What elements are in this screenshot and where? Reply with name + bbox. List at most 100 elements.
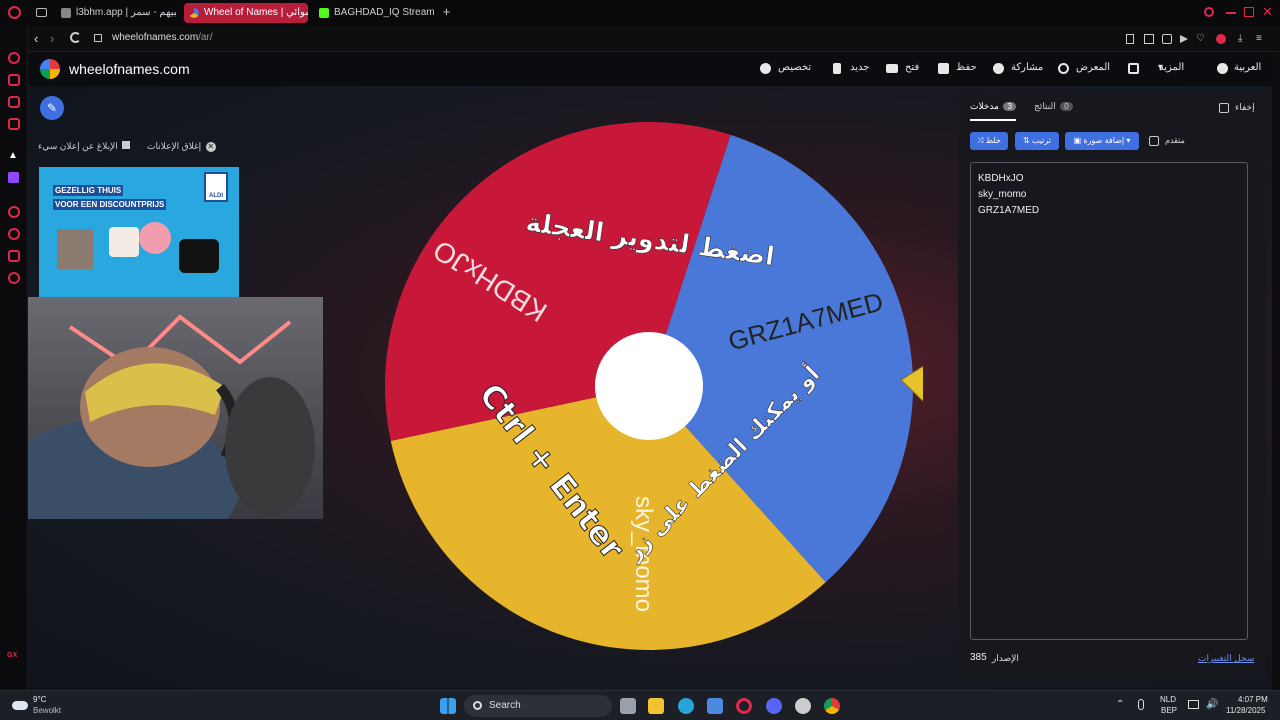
toolbar-extension-icons[interactable]: ♡ ⤓ ≡	[1126, 34, 1266, 44]
nav-share[interactable]: مشاركة	[1011, 62, 1043, 73]
fullscreen-icon[interactable]	[1128, 63, 1139, 74]
aldi-advertisement[interactable]: GEZELLIG THUIS VOOR EEN DISCOUNTPRIJS AL…	[39, 167, 239, 299]
settings-icon[interactable]	[8, 272, 20, 284]
player-icon[interactable]	[1180, 35, 1188, 43]
tray-chevron-icon[interactable]: ⌃	[1116, 699, 1124, 710]
discord-icon[interactable]	[766, 698, 782, 714]
taskbar-search-box[interactable]: Search	[464, 695, 612, 717]
input-lang-2[interactable]: BEP	[1161, 706, 1177, 715]
clock-date[interactable]: 11/28/2025	[1226, 706, 1265, 715]
sort-button[interactable]: ⇅ ترتيب	[1015, 132, 1059, 150]
nav-customize[interactable]: تخصيص	[778, 62, 811, 73]
microphone-icon[interactable]	[1138, 699, 1144, 710]
windows-start-icon[interactable]	[440, 698, 456, 714]
nav-more[interactable]: المزيد	[1159, 62, 1184, 73]
heart-icon[interactable]: ♡	[1196, 34, 1205, 44]
new-file-icon	[833, 63, 841, 74]
hide-label: إخفاء	[1235, 102, 1255, 112]
palette-icon	[760, 63, 771, 74]
maximize-button[interactable]	[1244, 7, 1254, 17]
opera-gx-icon[interactable]	[736, 698, 752, 714]
kick-favicon-icon	[319, 8, 329, 18]
forward-button[interactable]: ›	[50, 31, 62, 47]
nav-open[interactable]: فتح	[905, 62, 919, 73]
close-ads-button[interactable]: إغلاق الإعلانات ✕	[147, 141, 216, 152]
windows-taskbar: 9°C Bewolkt Search ⌃ NLD BEP 🔊 4:07 PM 1…	[0, 690, 1280, 720]
player-sidebar-icon[interactable]	[8, 206, 20, 218]
globe-icon	[1217, 63, 1228, 74]
nav-gallery[interactable]: المعرض	[1076, 62, 1110, 73]
tab-results[interactable]: النتائج 0	[1034, 101, 1073, 112]
steam-icon[interactable]	[795, 698, 811, 714]
site-favicon-icon	[61, 8, 71, 18]
search-icon	[473, 701, 482, 710]
hide-checkbox[interactable]	[1219, 103, 1229, 113]
adblock-icon[interactable]	[1162, 34, 1172, 44]
search-tabs-icon[interactable]	[1204, 7, 1214, 17]
aria-icon[interactable]	[8, 52, 20, 64]
close-window-button[interactable]: ✕	[1262, 5, 1274, 19]
weather-temp[interactable]: 9°C	[33, 695, 46, 704]
image-icon: ▣	[1073, 136, 1082, 145]
tab-l3bhm[interactable]: l3bhm.app | لعبيهم - سمر	[56, 3, 176, 23]
edit-pencil-button[interactable]: ✎	[40, 96, 64, 120]
nav-language[interactable]: العربية	[1234, 62, 1261, 73]
nav-new[interactable]: جديد	[850, 62, 869, 73]
site-logo-icon[interactable]	[40, 59, 60, 79]
gmail-icon[interactable]	[8, 118, 20, 130]
task-view-icon[interactable]	[620, 698, 636, 714]
nav-save[interactable]: حفظ	[956, 62, 977, 73]
folder-icon	[886, 64, 898, 73]
sort-icon: ⇅	[1022, 136, 1030, 145]
add-image-button[interactable]: ▣ إضافة صورة ▾	[1065, 132, 1139, 150]
weather-desc[interactable]: Bewolkt	[33, 706, 61, 715]
volume-icon[interactable]: 🔊	[1206, 699, 1218, 710]
tab-baghdad-stream[interactable]: BAGHDAD_IQ Stream - W	[314, 3, 434, 23]
menu-icon[interactable]: ≡	[1256, 34, 1262, 44]
reload-button[interactable]	[70, 32, 81, 43]
store-icon[interactable]	[707, 698, 723, 714]
download-icon[interactable]: ⤓	[1238, 34, 1242, 44]
advanced-checkbox[interactable]	[1149, 136, 1159, 146]
bookmark-icon[interactable]	[1126, 34, 1134, 44]
edge-icon[interactable]	[678, 698, 694, 714]
tab-wheel-of-names[interactable]: Wheel of Names | عشوائي	[184, 3, 308, 23]
tab-entries[interactable]: مدخلات 3	[970, 101, 1016, 121]
gx-icon[interactable]: GX	[7, 652, 17, 659]
entries-textarea[interactable]: KBDHxJO sky_momo GRZ1A7MED	[970, 162, 1248, 640]
workspaces-icon[interactable]	[36, 8, 47, 17]
entries-panel: إخفاء النتائج 0 مدخلات 3 ⤨ خلط ⇅ ترتيب ▣…	[958, 92, 1266, 678]
dropdown-caret-icon: ▾	[1126, 136, 1131, 145]
entry-line: GRZ1A7MED	[978, 205, 1040, 216]
changelog-link[interactable]: سجل التغييرات	[1198, 653, 1254, 664]
shuffle-icon: ⤨	[977, 136, 984, 145]
messenger-icon[interactable]	[8, 96, 20, 108]
flow-icon[interactable]	[8, 250, 20, 262]
back-button[interactable]: ‹	[34, 31, 46, 47]
wheel-center[interactable]	[595, 332, 703, 440]
clock-time[interactable]: 4:07 PM	[1238, 695, 1268, 704]
aldi-logo: ALDI	[204, 172, 228, 202]
browser-tab-bar: l3bhm.app | لعبيهم - سمر Wheel of Names …	[0, 0, 1280, 26]
site-logo-text[interactable]: wheelofnames.com	[69, 61, 190, 77]
minimize-button[interactable]	[1226, 12, 1236, 14]
twitch-icon[interactable]	[8, 172, 19, 183]
report-ad-link[interactable]: الإبلاغ عن إعلان سيء	[38, 141, 131, 152]
spin-wheel[interactable]: KBDHxJO GRZ1A7MED sky_momo اضغط لتدوير ا…	[383, 118, 923, 658]
chrome-icon[interactable]	[824, 698, 840, 714]
adidas-icon[interactable]: ▲	[8, 150, 18, 161]
history-icon[interactable]	[8, 228, 20, 240]
snapshot-icon[interactable]	[1144, 34, 1154, 44]
input-lang-1[interactable]: NLD	[1160, 695, 1176, 704]
account-icon[interactable]	[1216, 34, 1226, 44]
opera-logo-icon[interactable]	[8, 6, 21, 19]
lock-icon	[94, 34, 102, 42]
new-tab-button[interactable]: +	[440, 5, 453, 19]
shuffle-button[interactable]: ⤨ خلط	[970, 132, 1008, 150]
bag-icon[interactable]	[8, 74, 20, 86]
url-field[interactable]: wheelofnames.com/ar/	[112, 32, 213, 43]
file-explorer-icon[interactable]	[648, 698, 664, 714]
network-icon[interactable]	[1188, 700, 1199, 709]
wheel-favicon-icon	[189, 8, 199, 18]
address-bar-row: ‹ › wheelofnames.com/ar/ ♡ ⤓ ≡	[28, 26, 1280, 52]
